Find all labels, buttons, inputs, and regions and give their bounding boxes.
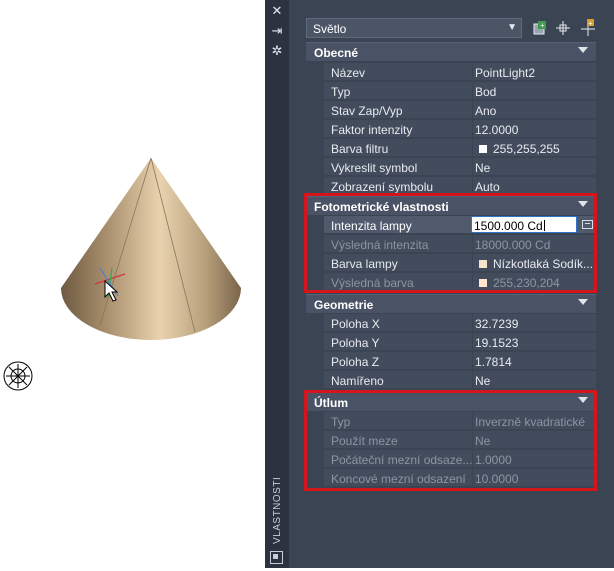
property-value[interactable]: 19.1523 [473, 333, 596, 351]
category-title: Obecné [314, 46, 359, 60]
property-value[interactable]: Ne [473, 158, 596, 176]
property-value[interactable]: Ano [473, 101, 596, 119]
property-row-name[interactable]: Název PointLight2 [306, 63, 596, 82]
property-value[interactable]: PointLight2 [473, 63, 596, 81]
color-swatch [479, 145, 487, 153]
svg-text:+: + [588, 19, 593, 28]
property-row-position-y[interactable]: Poloha Y 19.1523 [306, 333, 596, 352]
property-label: Typ [324, 82, 472, 100]
property-label: Poloha X [324, 314, 472, 332]
collapse-arrow-icon[interactable] [578, 201, 588, 207]
property-row-lamp-color[interactable]: Barva lampy Nízkotlaká Sodík... [306, 254, 596, 273]
category-geometry[interactable]: Geometrie [306, 294, 596, 313]
property-label: Zobrazení symbolu [324, 177, 472, 195]
property-value[interactable]: 32.7239 [473, 314, 596, 332]
select-objects-icon[interactable] [553, 18, 573, 38]
property-label: Výsledná barva [324, 273, 472, 291]
property-value[interactable]: Bod [473, 82, 596, 100]
object-type-dropdown[interactable]: Světlo ▼ [306, 18, 522, 38]
property-value: Ne [473, 431, 596, 449]
category-title: Útlum [314, 396, 348, 410]
category-attenuation[interactable]: Útlum [306, 392, 596, 411]
property-row-use-limits[interactable]: Použít meze Ne [306, 431, 596, 450]
toggle-pickadd-icon[interactable]: + [578, 18, 598, 38]
palette-vertical-title: VLASTNOSTI [272, 476, 283, 544]
property-label: Barva filtru [324, 139, 472, 157]
collapse-arrow-icon[interactable] [578, 299, 588, 305]
viewport-canvas [3, 157, 241, 391]
property-value[interactable]: Nízkotlaká Sodík... [473, 254, 596, 272]
calculator-icon[interactable] [582, 220, 593, 229]
property-label: Stav Zap/Vyp [324, 101, 472, 119]
point-light-icon[interactable] [3, 361, 33, 391]
property-label: Typ [324, 412, 472, 430]
close-icon[interactable]: ✕ [270, 4, 284, 18]
property-row-start-limit-offset[interactable]: Počáteční mezní odsaze... 1.0000 [306, 450, 596, 469]
color-swatch [479, 279, 487, 287]
property-row-position-x[interactable]: Poloha X 32.7239 [306, 314, 596, 333]
property-row-type[interactable]: Typ Bod [306, 82, 596, 101]
property-label: Název [324, 63, 472, 81]
property-row-lamp-intensity[interactable]: Intenzita lampy 1500.000 Cd [306, 216, 596, 235]
property-label: Použít meze [324, 431, 472, 449]
property-row-intensity-factor[interactable]: Faktor intenzity 12.0000 [306, 120, 596, 139]
property-value[interactable]: 1.7814 [473, 352, 596, 370]
property-value-text: 255,255,255 [493, 142, 560, 156]
property-label: Poloha Y [324, 333, 472, 351]
collapse-arrow-icon[interactable] [578, 47, 588, 53]
property-value-text: 255,230,204 [493, 276, 560, 290]
property-row-glyph-display[interactable]: Zobrazení symbolu Auto [306, 177, 596, 196]
collapse-arrow-icon[interactable] [578, 397, 588, 403]
property-label: Barva lampy [324, 254, 472, 272]
property-label: Vykreslit symbol [324, 158, 472, 176]
property-value: 255,230,204 [473, 273, 596, 291]
property-label: Intenzita lampy [324, 216, 472, 234]
drawing-viewport[interactable] [0, 0, 265, 568]
property-value: 10.0000 [473, 469, 596, 487]
cone-solid[interactable] [61, 157, 241, 340]
property-value[interactable]: Ne [473, 371, 596, 389]
category-general[interactable]: Obecné [306, 42, 596, 61]
property-row-filter-color[interactable]: Barva filtru 255,255,255 [306, 139, 596, 158]
properties-menu-icon[interactable]: ✲ [270, 44, 284, 58]
category-photometric[interactable]: Fotometrické vlastnosti [306, 196, 596, 215]
palette-settings-icon[interactable] [270, 551, 283, 564]
autohide-icon[interactable]: ⇥ [270, 24, 284, 38]
property-row-end-limit-offset[interactable]: Koncové mezní odsazení 10.0000 [306, 469, 596, 488]
color-swatch [479, 260, 487, 268]
property-label: Poloha Z [324, 352, 472, 370]
category-title: Fotometrické vlastnosti [314, 200, 449, 214]
property-value: Inverzně kvadratické [473, 412, 596, 430]
property-row-plot-glyph[interactable]: Vykreslit symbol Ne [306, 158, 596, 177]
property-value-text: Nízkotlaká Sodík... [493, 257, 594, 271]
chevron-down-icon: ▼ [507, 22, 517, 33]
property-label: Počáteční mezní odsaze... [324, 450, 472, 468]
property-value[interactable]: 12.0000 [473, 120, 596, 138]
property-row-targeted[interactable]: Namířeno Ne [306, 371, 596, 390]
property-row-resulting-color[interactable]: Výsledná barva 255,230,204 [306, 273, 596, 292]
property-row-position-z[interactable]: Poloha Z 1.7814 [306, 352, 596, 371]
property-label: Koncové mezní odsazení [324, 469, 472, 487]
property-value-text: 1500.000 Cd [474, 219, 543, 233]
property-row-on-off[interactable]: Stav Zap/Vyp Ano [306, 101, 596, 120]
svg-text:+: + [540, 21, 545, 30]
property-value: 1.0000 [473, 450, 596, 468]
property-row-resulting-intensity[interactable]: Výsledná intenzita 18000.000 Cd [306, 235, 596, 254]
property-label: Namířeno [324, 371, 472, 389]
property-label: Faktor intenzity [324, 120, 472, 138]
property-label: Výsledná intenzita [324, 235, 472, 253]
property-row-attenuation-type[interactable]: Typ Inverzně kvadratické [306, 412, 596, 431]
property-value[interactable]: Auto [473, 177, 596, 195]
quick-select-icon[interactable]: + [530, 18, 550, 38]
category-title: Geometrie [314, 298, 374, 312]
object-type-value: Světlo [313, 22, 347, 36]
property-value[interactable]: 255,255,255 [473, 139, 596, 157]
property-value: 18000.000 Cd [473, 235, 596, 253]
lamp-intensity-input[interactable]: 1500.000 Cd [471, 216, 577, 233]
